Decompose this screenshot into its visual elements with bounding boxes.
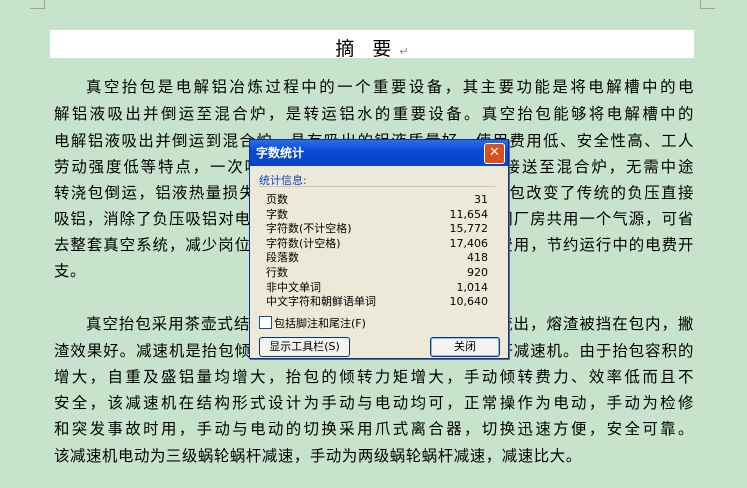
stat-label: 行数 — [266, 266, 288, 279]
stat-label: 字数 — [266, 207, 288, 221]
page-corner-left — [30, 0, 45, 9]
text-line[interactable]: 该减速机电动为三级蜗轮蜗杆减速，手动为两级蜗轮蜗杆减速，减速比大。 — [54, 443, 694, 469]
stat-label: 非中文单词 — [266, 280, 321, 294]
stat-value: 17,406 — [449, 236, 489, 250]
stat-label: 字符数(不计空格) — [266, 222, 352, 236]
stat-value: 10,640 — [449, 295, 489, 309]
heading-band: 摘 要 ↵ — [50, 30, 694, 61]
text-line[interactable]: 增大，自重及盛铝量均增大，抬包的倾转力矩增大，手动倾转费力、效率低而且不 — [54, 364, 694, 390]
document-heading[interactable]: 摘 要 ↵ — [50, 34, 694, 61]
stat-row: 页数 31 — [266, 193, 488, 207]
text-line[interactable]: 安全，该减速机在结构形式设计为手动与电动均可，正常操作为电动，手动为检修 — [54, 390, 694, 416]
stat-value: 11,654 — [449, 207, 489, 221]
close-icon[interactable]: ✕ — [484, 143, 505, 164]
stat-row: 段落数 418 — [266, 251, 488, 265]
dialog-title: 字数统计 — [256, 146, 305, 160]
stat-row: 中文字符和朝鲜语单词 10,640 — [266, 295, 488, 309]
heading-text: 摘 要 — [335, 38, 398, 60]
stat-label: 字符数(计空格) — [266, 236, 341, 250]
dialog-title-bar[interactable]: 字数统计 ✕ — [250, 140, 508, 166]
stat-label: 段落数 — [266, 251, 299, 265]
group-divider — [259, 186, 495, 187]
paragraph-mark: ↵ — [399, 45, 409, 58]
include-footnotes-checkbox[interactable] — [259, 316, 272, 329]
word-count-dialog[interactable]: 字数统计 ✕ 统计信息: 页数 31 字数 11,654 字符数(不计空格) 15,772… — [249, 139, 509, 359]
stat-row: 字数 11,654 — [266, 208, 488, 222]
stat-value: 1,014 — [456, 280, 489, 294]
stat-value: 418 — [467, 251, 488, 265]
close-button[interactable]: 关闭 — [430, 337, 500, 357]
stat-row: 字符数(计空格) 17,406 — [266, 237, 488, 251]
text-line[interactable]: 解铝液吸出并倒运至混合炉，是转运铝水的重要设备。真空抬包能够将电解槽中的 — [54, 101, 694, 127]
stat-value: 920 — [467, 266, 488, 279]
stat-row: 字符数(不计空格) 15,772 — [266, 222, 488, 236]
text-line[interactable]: 和突发事故时用，手动与电动的切换采用爪式离合器，切换迅速方便，安全可靠。 — [54, 416, 694, 442]
stat-row: 行数 920 — [266, 266, 488, 280]
text-line[interactable]: 真空抬包是电解铝冶炼过程中的一个重要设备，其主要功能是将电解槽中的电 — [54, 74, 694, 100]
stat-value: 15,772 — [449, 222, 489, 236]
stat-value: 31 — [474, 193, 488, 206]
stat-label: 中文字符和朝鲜语单词 — [266, 295, 376, 309]
show-toolbar-button[interactable]: 显示工具栏(S) — [259, 337, 350, 357]
stat-row: 非中文单词 1,014 — [266, 281, 488, 295]
stat-label: 页数 — [266, 193, 288, 206]
include-footnotes-label[interactable]: 包括脚注和尾注(F) — [274, 315, 366, 331]
page-corner-right — [700, 0, 715, 9]
